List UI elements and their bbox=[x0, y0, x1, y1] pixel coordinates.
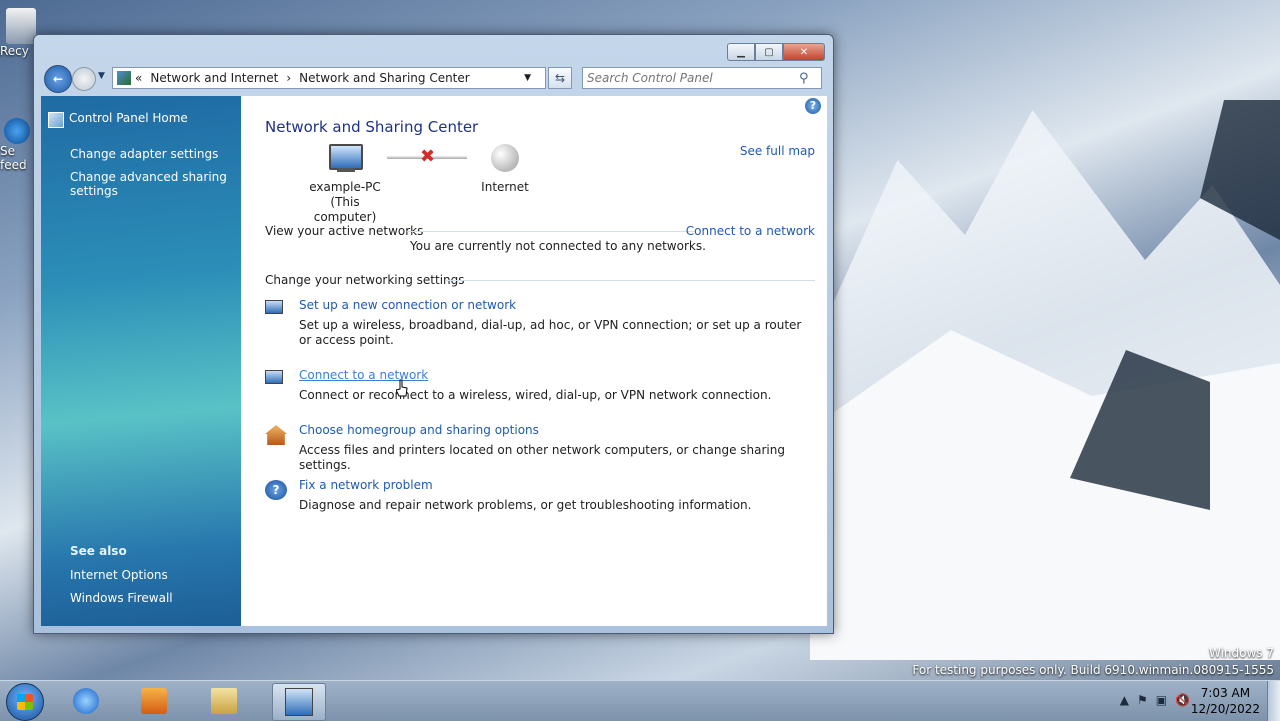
network-center-icon bbox=[285, 688, 313, 716]
sidebar: Control Panel Home Change adapter settin… bbox=[41, 96, 241, 626]
divider bbox=[407, 231, 695, 232]
show-hidden-icons-icon[interactable]: ▲ bbox=[1120, 693, 1129, 707]
minimize-button[interactable]: ▁ bbox=[727, 43, 755, 61]
address-dropdown[interactable]: ▼ bbox=[524, 73, 531, 83]
action-center-flag-icon[interactable]: ⚑ bbox=[1137, 693, 1148, 707]
desktop-icon-label: Se feed bbox=[0, 144, 27, 172]
feeds-icon bbox=[4, 118, 30, 144]
not-connected-message: You are currently not connected to any n… bbox=[410, 239, 706, 253]
task-setup-connection: Set up a new connection or network Set u… bbox=[265, 298, 825, 348]
window-content: Control Panel Home Change adapter settin… bbox=[41, 96, 827, 626]
refresh-button[interactable]: ⇆ bbox=[548, 67, 572, 89]
see-also-heading: See also bbox=[70, 544, 127, 558]
arrow-left-icon: ← bbox=[52, 72, 64, 86]
divider bbox=[445, 280, 815, 281]
address-bar[interactable]: « Network and Internet › Network and Sha… bbox=[112, 67, 546, 89]
start-button[interactable] bbox=[6, 683, 44, 721]
breadcrumb-separator: › bbox=[286, 71, 292, 85]
media-player-icon bbox=[141, 688, 167, 714]
page-title: Network and Sharing Center bbox=[265, 118, 479, 136]
taskbar-internet-explorer[interactable] bbox=[60, 683, 112, 719]
watermark-build: For testing purposes only. Build 6910.wi… bbox=[912, 663, 1274, 677]
desktop-icon-recycle-bin[interactable]: Recy bbox=[0, 8, 36, 58]
help-icon: ? bbox=[265, 480, 287, 500]
search-input[interactable] bbox=[583, 70, 799, 86]
settings-section-label: Change your networking settings bbox=[265, 273, 465, 287]
homegroup-description: Access files and printers located on oth… bbox=[299, 443, 785, 472]
caption-buttons: ▁ ▢ ✕ bbox=[727, 43, 825, 61]
watermark-title: Windows 7 bbox=[1208, 646, 1274, 660]
taskbar-media-player[interactable] bbox=[128, 683, 180, 719]
connect-network-link[interactable]: Connect to a network bbox=[299, 368, 428, 382]
connect-network-icon bbox=[265, 370, 283, 384]
fix-network-description: Diagnose and repair network problems, or… bbox=[299, 498, 752, 512]
maximize-button[interactable]: ▢ bbox=[755, 43, 783, 61]
recycle-bin-icon bbox=[6, 8, 36, 44]
sidebar-change-adapter-settings[interactable]: Change adapter settings bbox=[70, 147, 218, 161]
internet-globe-icon bbox=[491, 144, 519, 172]
connect-network-description: Connect or reconnect to a wireless, wire… bbox=[299, 388, 772, 402]
breadcrumb-network-sharing-center[interactable]: Network and Sharing Center bbox=[299, 71, 470, 85]
sidebar-change-advanced-sharing[interactable]: Change advanced sharing settings bbox=[70, 170, 230, 198]
task-connect-network: Connect to a network Connect or reconnec… bbox=[265, 368, 825, 408]
homegroup-icon bbox=[265, 425, 287, 445]
breadcrumb-overflow[interactable]: « bbox=[135, 71, 142, 85]
show-desktop-button[interactable] bbox=[1267, 681, 1280, 721]
windows-logo-icon bbox=[17, 694, 33, 710]
taskbar-control-panel[interactable] bbox=[272, 683, 326, 721]
see-full-map-link[interactable]: See full map bbox=[740, 144, 815, 158]
taskbar-explorer[interactable] bbox=[198, 683, 250, 719]
disconnected-x-icon: ✖ bbox=[420, 146, 436, 167]
taskbar: ▲ ⚑ ▣ 🔇 7:03 AM 12/20/2022 bbox=[0, 680, 1280, 721]
computer-stand bbox=[337, 168, 355, 172]
search-icon[interactable]: ⚲ bbox=[799, 71, 809, 86]
control-panel-icon bbox=[117, 71, 131, 85]
task-fix-network: ? Fix a network problem Diagnose and rep… bbox=[265, 478, 825, 518]
navigation-bar: ← ▼ « Network and Internet › Network and… bbox=[42, 65, 825, 93]
clock[interactable]: 7:03 AM 12/20/2022 bbox=[1191, 685, 1260, 717]
network-sharing-center-window: ▁ ▢ ✕ ← ▼ « Network and Internet › Netwo… bbox=[33, 34, 834, 634]
setup-connection-link[interactable]: Set up a new connection or network bbox=[299, 298, 516, 312]
see-also-internet-options[interactable]: Internet Options bbox=[70, 568, 168, 582]
setup-connection-description: Set up a wireless, broadband, dial-up, a… bbox=[299, 318, 802, 347]
desktop-icon-label: Recy bbox=[0, 44, 29, 58]
clock-date: 12/20/2022 bbox=[1190, 702, 1260, 716]
network-setup-icon bbox=[265, 300, 283, 314]
recent-pages-dropdown[interactable]: ▼ bbox=[98, 71, 105, 81]
folder-icon bbox=[211, 688, 237, 714]
connect-to-network-link[interactable]: Connect to a network bbox=[686, 224, 815, 238]
network-map: ✖ example-PC (This computer) Internet bbox=[303, 144, 563, 224]
see-also-windows-firewall[interactable]: Windows Firewall bbox=[70, 591, 173, 605]
desktop-icon-feeds[interactable]: Se feed bbox=[0, 118, 30, 172]
back-button[interactable]: ← bbox=[44, 65, 72, 93]
computer-name: example-PC bbox=[309, 180, 381, 194]
sidebar-control-panel-home[interactable]: Control Panel Home bbox=[69, 111, 188, 125]
forward-button[interactable] bbox=[72, 67, 96, 91]
network-status-icon[interactable]: ▣ bbox=[1156, 693, 1167, 707]
clock-time: 7:03 AM bbox=[1200, 686, 1251, 700]
main-panel: ? Network and Sharing Center See full ma… bbox=[265, 96, 821, 626]
search-box: ⚲ bbox=[582, 67, 822, 89]
breadcrumb-network-and-internet[interactable]: Network and Internet bbox=[150, 71, 278, 85]
help-icon[interactable]: ? bbox=[805, 98, 821, 114]
hand-cursor-icon bbox=[396, 379, 408, 397]
computer-subtitle: (This computer) bbox=[313, 195, 377, 224]
computer-icon bbox=[329, 144, 363, 170]
volume-muted-icon[interactable]: 🔇 bbox=[1175, 693, 1190, 707]
fix-network-link[interactable]: Fix a network problem bbox=[299, 478, 433, 492]
internet-explorer-icon bbox=[73, 688, 99, 714]
refresh-icon: ⇆ bbox=[554, 71, 566, 85]
control-panel-home-icon bbox=[48, 112, 64, 128]
task-homegroup: Choose homegroup and sharing options Acc… bbox=[265, 423, 825, 472]
active-networks-label: View your active networks bbox=[265, 224, 424, 238]
homegroup-link[interactable]: Choose homegroup and sharing options bbox=[299, 423, 539, 437]
internet-label: Internet bbox=[481, 180, 529, 194]
computer-label: example-PC (This computer) bbox=[303, 180, 387, 225]
system-tray: ▲ ⚑ ▣ 🔇 bbox=[1120, 693, 1190, 707]
close-button[interactable]: ✕ bbox=[783, 43, 825, 61]
